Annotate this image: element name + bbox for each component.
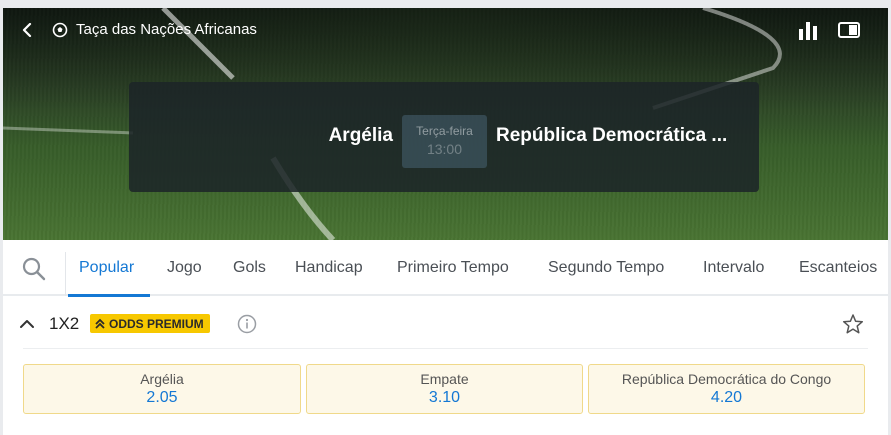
league-title[interactable]: Taça das Nações Africanas bbox=[76, 21, 257, 38]
outcome-odd: 2.05 bbox=[146, 389, 178, 406]
kickoff-hour: 13:00 bbox=[426, 141, 463, 157]
chevron-up-icon[interactable] bbox=[19, 318, 35, 330]
market-tabs: Popular Jogo Gols Handicap Primeiro Temp… bbox=[3, 240, 888, 297]
tab-jogo[interactable]: Jogo bbox=[167, 259, 202, 277]
info-icon[interactable] bbox=[237, 314, 257, 334]
back-button[interactable] bbox=[17, 20, 37, 40]
kickoff-day: Terça-feira bbox=[416, 124, 473, 138]
outcome-label: Empate bbox=[420, 371, 469, 387]
tab-gols[interactable]: Gols bbox=[233, 259, 266, 277]
scoreboard: Argélia Terça-feira 13:00 República Demo… bbox=[129, 82, 759, 192]
outcome-odd: 3.10 bbox=[428, 389, 461, 406]
match-page: Taça das Nações Africanas Argélia Terça-… bbox=[3, 8, 888, 435]
home-team-name: Argélia bbox=[328, 125, 393, 146]
tab-popular[interactable]: Popular bbox=[79, 259, 134, 277]
tab-handicap[interactable]: Handicap bbox=[295, 259, 363, 277]
tab-intervalo[interactable]: Intervalo bbox=[703, 259, 764, 277]
bar-chart-icon[interactable] bbox=[798, 20, 820, 40]
match-hero: Taça das Nações Africanas Argélia Terça-… bbox=[3, 8, 888, 240]
tab-primeiro-tempo[interactable]: Primeiro Tempo bbox=[397, 259, 509, 277]
search-icon[interactable] bbox=[21, 256, 47, 282]
premium-label: ODDS PREMIUM bbox=[109, 316, 204, 331]
tab-segundo-tempo[interactable]: Segundo Tempo bbox=[548, 259, 664, 277]
double-chevron-up-icon bbox=[95, 318, 105, 329]
outcome-label: República Democrática do Congo bbox=[621, 371, 832, 387]
odd-button-draw[interactable]: Empate 3.10 bbox=[306, 364, 583, 414]
odd-button-home[interactable]: Argélia 2.05 bbox=[23, 364, 301, 414]
outcome-label: Argélia bbox=[140, 371, 184, 387]
away-team-name: República Democrática ... bbox=[496, 125, 728, 146]
chevron-left-icon bbox=[22, 23, 32, 37]
outcome-odd: 4.20 bbox=[710, 389, 743, 406]
star-icon[interactable] bbox=[842, 313, 864, 335]
kickoff-time: Terça-feira 13:00 bbox=[402, 115, 487, 168]
tab-escanteios[interactable]: Escanteios bbox=[799, 259, 877, 277]
odd-button-away[interactable]: República Democrática do Congo 4.20 bbox=[588, 364, 865, 414]
live-tv-icon[interactable] bbox=[838, 22, 860, 38]
market-title: 1X2 bbox=[49, 314, 80, 333]
market-1x2: 1X2 ODDS PREMIUM Argélia 2.05 Empate 3.1… bbox=[3, 296, 888, 435]
soccer-ball-icon bbox=[52, 22, 68, 38]
odds-premium-badge: ODDS PREMIUM bbox=[90, 314, 210, 333]
